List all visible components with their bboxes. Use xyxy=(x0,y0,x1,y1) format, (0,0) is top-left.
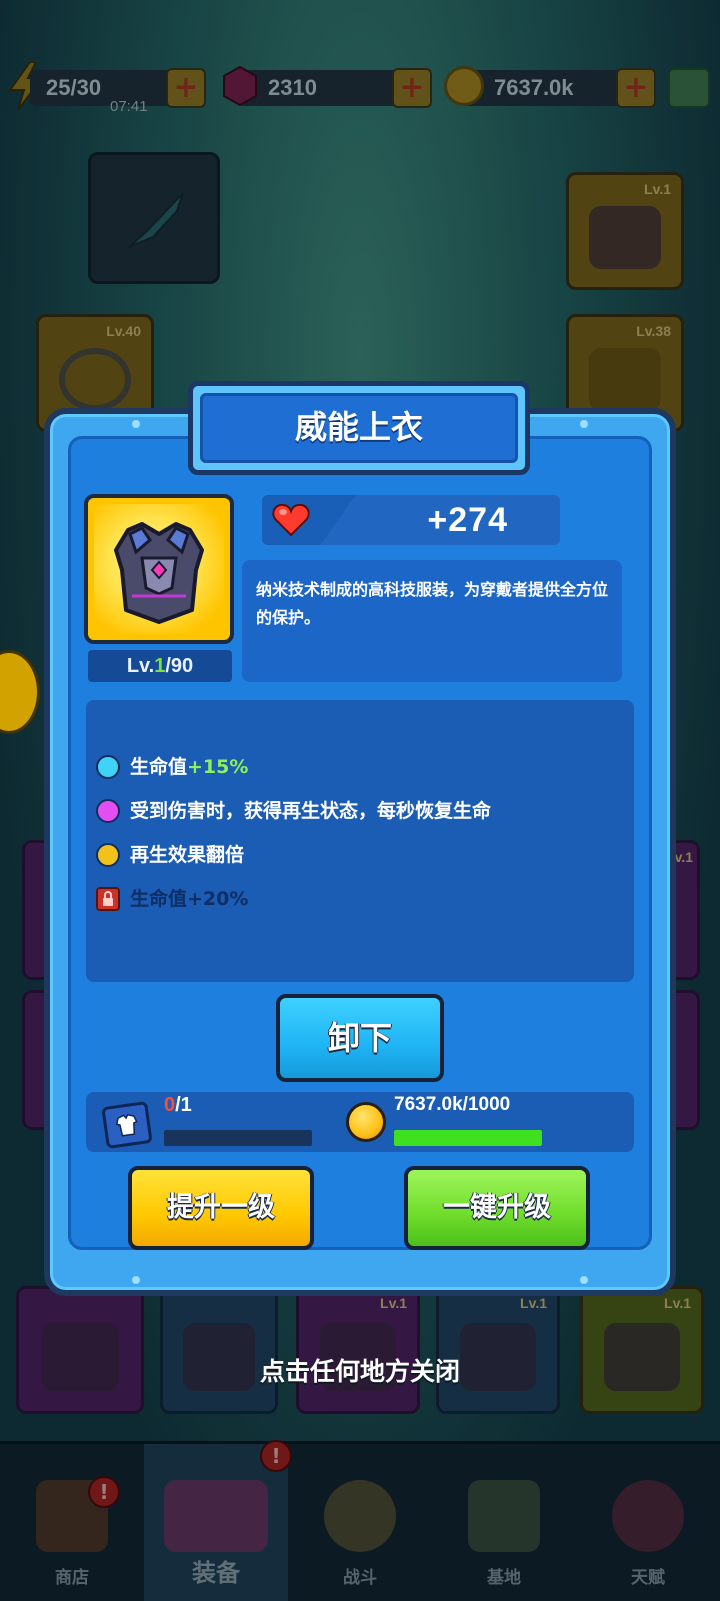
bolt-decoration xyxy=(580,420,588,428)
item-level: Lv.1/90 xyxy=(88,650,232,682)
effects-panel: 生命值+15% 受到伤害时，获得再生状态，每秒恢复生命 再生效果翻倍 生命值+2… xyxy=(86,700,634,982)
auto-upgrade-button[interactable]: 一键升级 xyxy=(404,1166,590,1250)
coin-cost: 7637.0k/1000 xyxy=(394,1094,511,1115)
scroll-need: /1 xyxy=(175,1094,192,1116)
hp-stat-bar: +274 xyxy=(262,495,560,545)
heart-icon xyxy=(272,503,310,537)
title-plate-inner: 威能上衣 xyxy=(200,393,518,463)
hp-stat-value: +274 xyxy=(427,501,508,539)
tap-to-close-hint: 点击任何地方关闭 xyxy=(259,1357,460,1386)
gold-coin-icon xyxy=(346,1102,386,1142)
effect-label: 再生效果翻倍 xyxy=(130,844,245,866)
bolt-decoration xyxy=(132,1276,140,1284)
effect-label: 生命值+20% xyxy=(130,888,249,910)
scroll-have: 0 xyxy=(164,1094,176,1116)
item-description: 纳米技术制成的高科技服装，为穿戴者提供全方位的保护。 xyxy=(242,560,622,682)
item-card xyxy=(84,494,234,644)
effect-bullet-yellow-icon xyxy=(96,843,120,867)
unequip-button[interactable]: 卸下 xyxy=(276,994,444,1082)
scroll-progress-bar xyxy=(164,1130,312,1146)
armor-chest-icon xyxy=(114,522,204,624)
lock-icon xyxy=(96,887,120,911)
level-prefix: Lv. xyxy=(126,655,155,677)
upgrade-one-level-button[interactable]: 提升一级 xyxy=(128,1166,314,1250)
level-max: /90 xyxy=(165,655,194,677)
coin-progress-bar xyxy=(394,1130,542,1146)
bolt-decoration xyxy=(132,420,140,428)
effect-bullet-magenta-icon xyxy=(96,799,120,823)
modal-title: 威能上衣 xyxy=(294,408,423,446)
effect-highlight: +15% xyxy=(187,756,249,778)
level-current: 1 xyxy=(154,655,166,677)
blueprint-scroll-icon xyxy=(101,1101,153,1149)
effect-bullet-cyan-icon xyxy=(96,755,120,779)
modal-title-plate: 威能上衣 xyxy=(188,381,530,475)
upgrade-cost-panel: 0/1 7637.0k/1000 xyxy=(86,1092,634,1152)
bolt-decoration xyxy=(580,1276,588,1284)
scroll-count: 0/1 xyxy=(164,1094,192,1117)
coin-progress-fill xyxy=(394,1130,542,1146)
effect-label: 受到伤害时，获得再生状态，每秒恢复生命 xyxy=(130,800,492,822)
effect-text: 生命值+15% xyxy=(130,752,248,782)
effect-label: 生命值 xyxy=(130,756,188,778)
